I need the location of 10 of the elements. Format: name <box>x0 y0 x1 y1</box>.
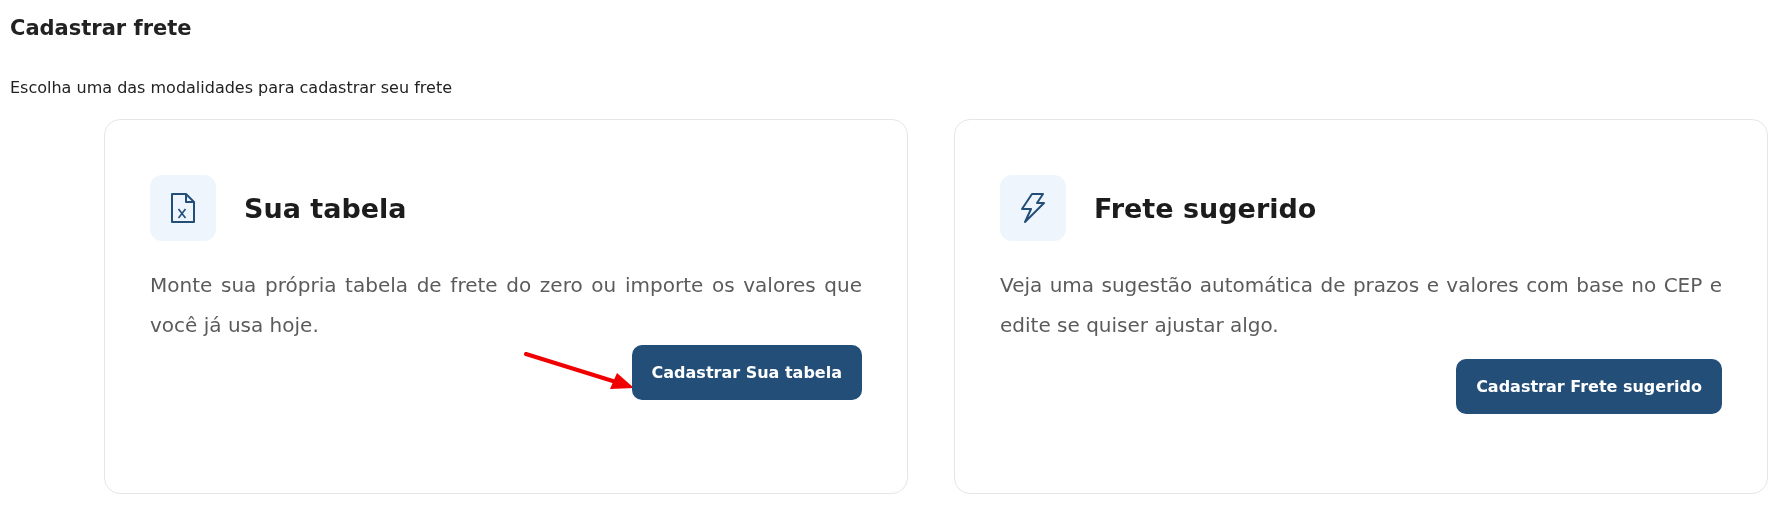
card-title: Sua tabela <box>244 192 407 224</box>
register-button[interactable]: Cadastrar Frete sugerido <box>1456 359 1722 414</box>
page-subtitle: Escolha uma das modalidades para cadastrar seu frete <box>10 78 452 97</box>
card-title: Frete sugerido <box>1094 192 1317 224</box>
lightning-icon <box>1020 192 1046 224</box>
register-button[interactable]: Cadastrar Sua tabela <box>631 345 862 400</box>
card-description: Veja uma sugestão automática de prazos e valores com base no CEP e edite se quiser ajustar algo. <box>1000 272 1722 339</box>
page-title: Cadastrar frete <box>10 16 192 40</box>
spreadsheet-file-icon <box>170 192 196 224</box>
card-description: Monte sua própria tabela de frete do zero ou importe os valores que você já usa hoje. <box>150 272 862 339</box>
